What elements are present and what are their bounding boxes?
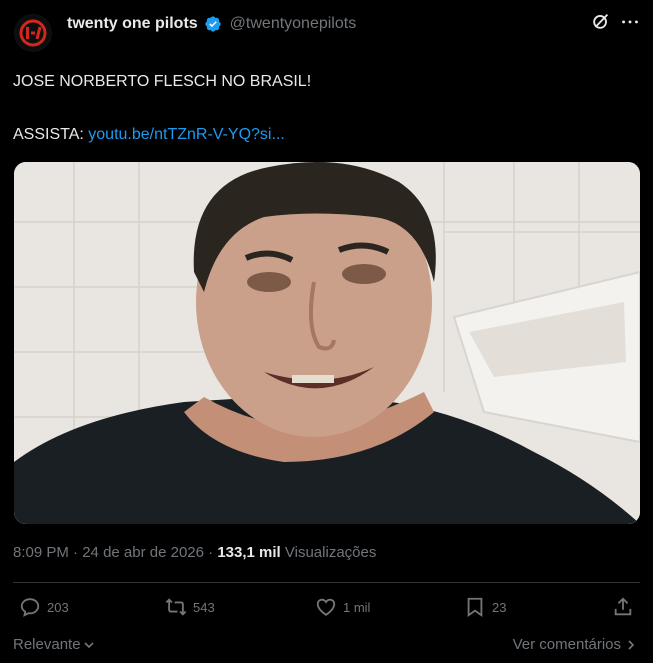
sort-dropdown[interactable]: Relevante xyxy=(13,636,95,653)
youtube-link[interactable]: youtu.be/ntTZnR-V-YQ?si... xyxy=(88,126,285,143)
post-photo[interactable] xyxy=(14,162,640,524)
chevron-right-icon xyxy=(628,639,635,650)
view-comments-label: Ver comentários xyxy=(512,636,621,653)
band-logo-icon xyxy=(15,15,51,51)
sort-label: Relevante xyxy=(13,636,81,653)
post-text-line1: JOSE NORBERTO FLESCH NO BRASIL! xyxy=(13,73,312,90)
grok-icon[interactable] xyxy=(590,10,612,32)
action-bar: 203 543 1 mil 23 xyxy=(0,596,653,622)
repost-count: 543 xyxy=(193,599,215,615)
share-button[interactable] xyxy=(612,596,634,618)
more-options-icon[interactable] xyxy=(619,10,641,32)
divider xyxy=(13,582,640,583)
selfie-photo xyxy=(14,162,640,524)
view-comments-link[interactable]: Ver comentários xyxy=(513,636,637,653)
reply-button[interactable]: 203 xyxy=(19,596,69,618)
share-icon xyxy=(614,597,632,616)
post-text-line2: ASSISTA: youtu.be/ntTZnR-V-YQ?si... xyxy=(13,126,285,144)
display-name[interactable]: twenty one pilots xyxy=(67,15,198,33)
bookmark-button[interactable]: 23 xyxy=(464,596,506,618)
post-meta: 8:09 PM · 24 de abr de 2026 · 133,1 mil … xyxy=(13,544,376,561)
repost-button[interactable]: 543 xyxy=(165,596,215,618)
repost-icon xyxy=(165,598,187,616)
chevron-down-icon xyxy=(83,641,94,648)
post-date[interactable]: 24 de abr de 2026 xyxy=(82,544,204,561)
like-count: 1 mil xyxy=(343,599,371,615)
views-label: Visualizações xyxy=(280,544,377,561)
author-row: twenty one pilots @twentyonepilots xyxy=(67,15,356,33)
like-button[interactable]: 1 mil xyxy=(315,596,370,618)
reply-count: 203 xyxy=(47,599,69,615)
bookmark-count: 23 xyxy=(492,599,507,615)
meta-separator: · xyxy=(204,544,218,561)
avatar[interactable] xyxy=(14,14,52,52)
watch-label: ASSISTA: xyxy=(13,126,89,143)
like-icon xyxy=(316,598,336,616)
handle[interactable]: @twentyonepilots xyxy=(230,15,357,33)
verified-badge-icon xyxy=(204,16,221,32)
views-count: 133,1 mil xyxy=(217,544,281,561)
bookmark-icon xyxy=(467,597,483,618)
meta-separator: · xyxy=(68,544,83,561)
post-time[interactable]: 8:09 PM xyxy=(13,544,69,561)
post-header: twenty one pilots @twentyonepilots xyxy=(0,0,653,56)
reply-icon xyxy=(20,598,40,617)
